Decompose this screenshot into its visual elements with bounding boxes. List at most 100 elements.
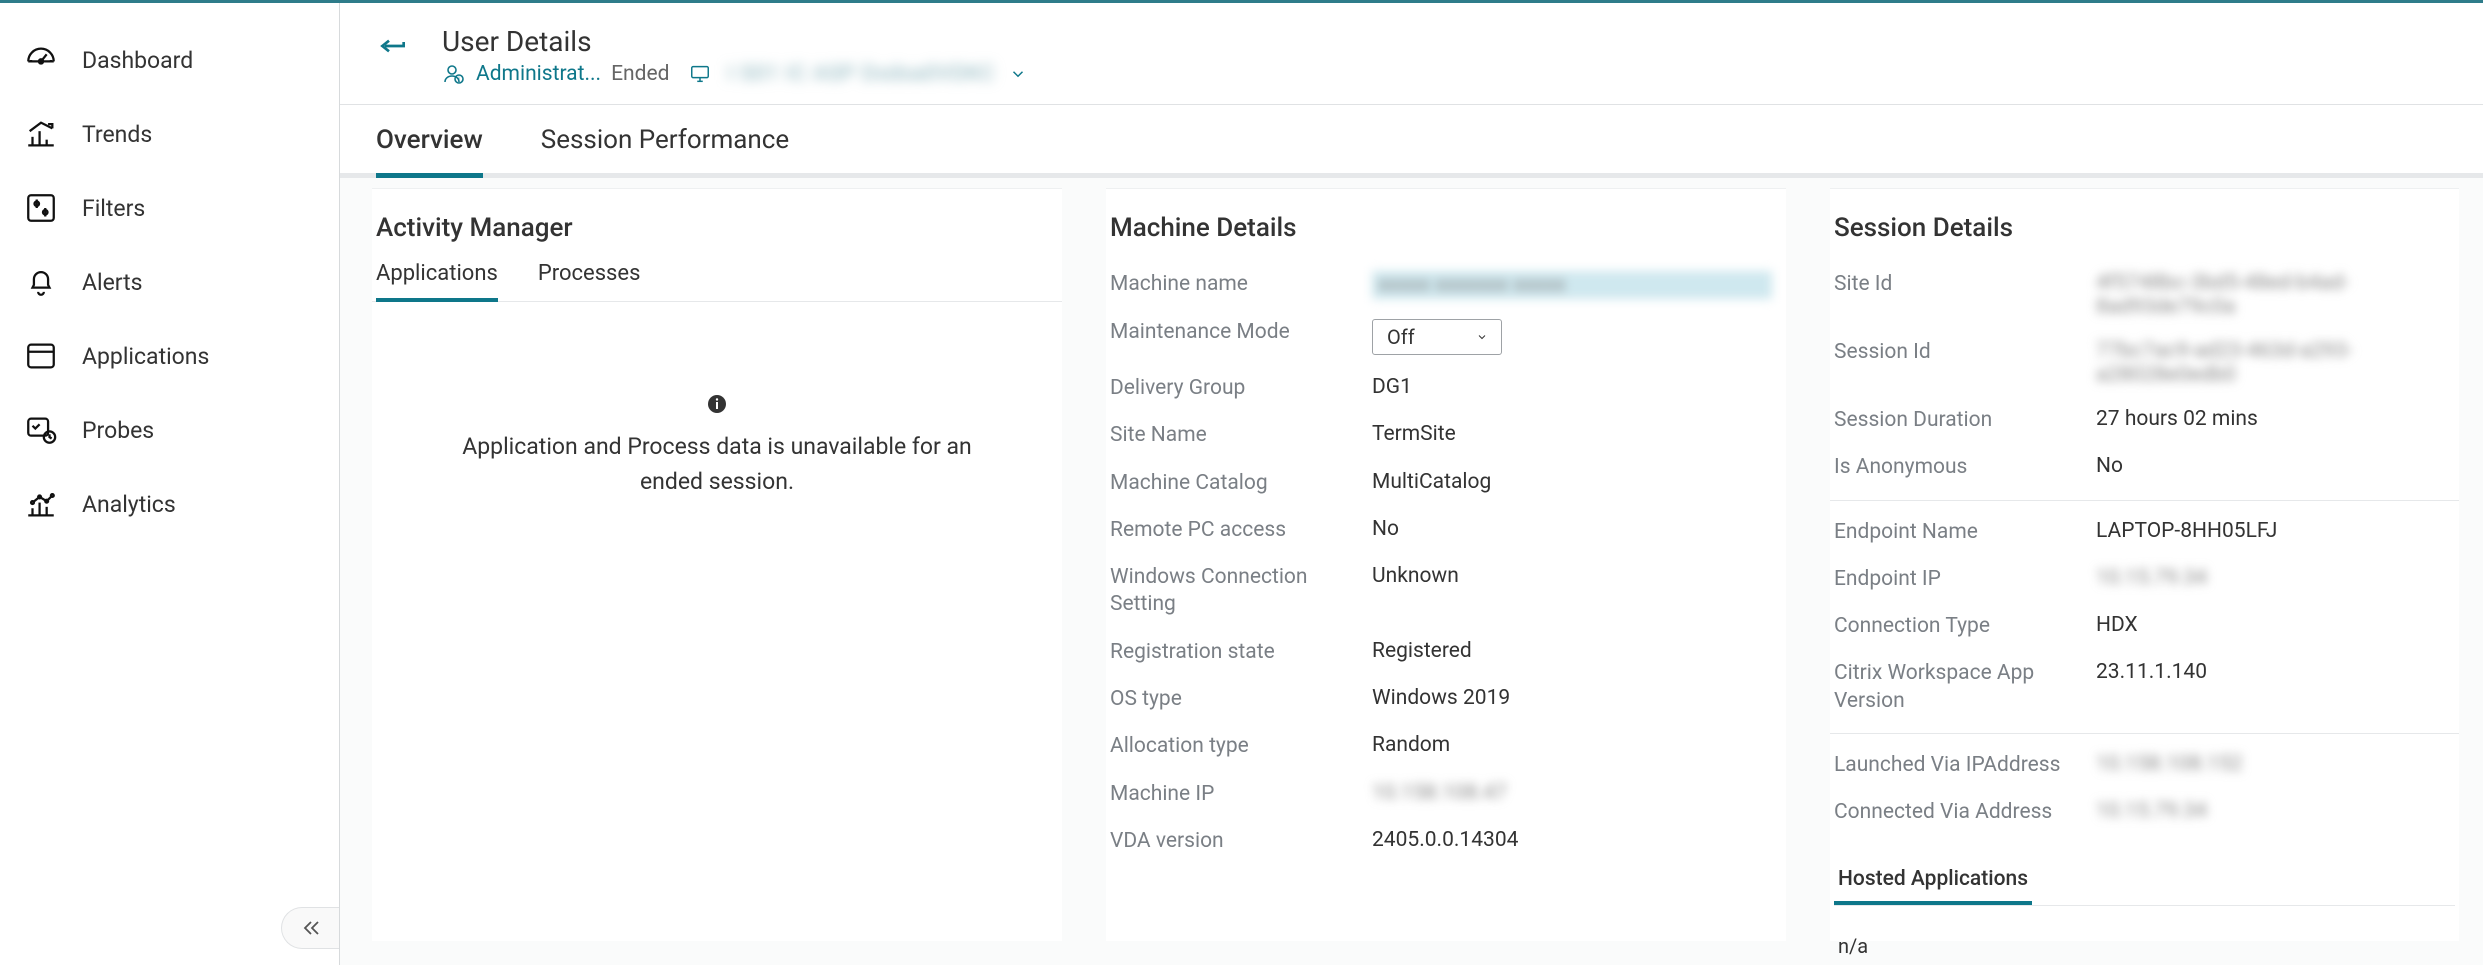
breadcrumb-status: Ended: [611, 62, 669, 86]
kv-machine-name: Machine name xxxxx xxxxxxx xxxxx: [1106, 261, 1776, 309]
value-allocation-type: Random: [1372, 733, 1772, 757]
separator: [1830, 733, 2459, 734]
label-registration-state: Registration state: [1110, 639, 1360, 666]
label-cwa-version: Citrix Workspace App Version: [1834, 660, 2084, 715]
subtab-processes[interactable]: Processes: [538, 261, 641, 302]
value-site-name: TermSite: [1372, 422, 1772, 446]
kv-session-id: Session Id 77bc7ac9-ad23-463d-a293-a2802…: [1830, 329, 2459, 397]
breadcrumb-user-link[interactable]: Administrat...: [476, 62, 601, 86]
analytics-icon: [22, 485, 60, 523]
back-button[interactable]: [372, 29, 414, 71]
label-session-duration: Session Duration: [1834, 407, 2084, 434]
tab-overview[interactable]: Overview: [376, 125, 483, 178]
sidebar-item-label: Trends: [82, 121, 152, 148]
info-icon: [705, 392, 729, 416]
value-delivery-group: DG1: [1372, 375, 1772, 399]
sidebar-item-label: Applications: [82, 343, 209, 370]
header: User Details i Administrat... Ended I S0…: [340, 3, 2483, 105]
value-connection-type: HDX: [2096, 613, 2455, 637]
value-cwa-version: 23.11.1.140: [2096, 660, 2455, 684]
filters-icon: [22, 189, 60, 227]
machine-details-title: Machine Details: [1106, 189, 1776, 261]
user-icon: i: [442, 62, 466, 86]
chevron-down-icon: [1473, 331, 1491, 343]
label-endpoint-ip: Endpoint IP: [1834, 566, 2084, 593]
kv-site-id: Site Id 4f5748bc-3bd5-48ed-b4ad-8ad93de7…: [1830, 261, 2459, 329]
value-maintenance-mode: Off: [1372, 319, 1772, 355]
label-site-name: Site Name: [1110, 422, 1360, 449]
probes-icon: [22, 411, 60, 449]
applications-icon: [22, 337, 60, 375]
kv-session-duration: Session Duration 27 hours 02 mins: [1830, 397, 2459, 444]
label-allocation-type: Allocation type: [1110, 733, 1360, 760]
main-tabs: Overview Session Performance: [340, 105, 2483, 178]
value-machine-ip: 10.158.108.47: [1372, 781, 1772, 805]
kv-registration-state: Registration state Registered: [1106, 629, 1776, 676]
label-site-id: Site Id: [1834, 271, 2084, 298]
session-details-title: Session Details: [1830, 189, 2459, 261]
kv-cwa-version: Citrix Workspace App Version 23.11.1.140: [1830, 650, 2459, 725]
sidebar-item-label: Probes: [82, 417, 154, 444]
maintenance-mode-select[interactable]: Off: [1372, 319, 1502, 355]
label-connected-via: Connected Via Address: [1834, 799, 2084, 826]
value-endpoint-name: LAPTOP-8HH05LFJ: [2096, 519, 2455, 543]
tab-session-performance[interactable]: Session Performance: [541, 125, 789, 178]
kv-wcs: Windows Connection Setting Unknown: [1106, 554, 1776, 629]
chevron-down-icon[interactable]: [1009, 65, 1027, 83]
value-site-id: 4f5748bc-3bd5-48ed-b4ad-8ad93de79c0a: [2096, 271, 2455, 319]
collapse-sidebar-button[interactable]: [281, 907, 339, 949]
label-remote-pc: Remote PC access: [1110, 517, 1360, 544]
alerts-icon: [22, 263, 60, 301]
kv-maintenance-mode: Maintenance Mode Off: [1106, 309, 1776, 365]
sidebar-item-alerts[interactable]: Alerts: [0, 245, 339, 319]
label-delivery-group: Delivery Group: [1110, 375, 1360, 402]
label-machine-catalog: Machine Catalog: [1110, 470, 1360, 497]
subtab-applications[interactable]: Applications: [376, 261, 498, 302]
label-vda-version: VDA version: [1110, 828, 1360, 855]
value-machine-catalog: MultiCatalog: [1372, 470, 1772, 494]
breadcrumb-machine[interactable]: I S01 IC ASP Dxdsa0VDKC: [727, 62, 995, 86]
value-is-anonymous: No: [2096, 454, 2455, 478]
activity-empty-text: Application and Process data is unavaila…: [457, 430, 977, 499]
sidebar-item-analytics[interactable]: Analytics: [0, 467, 339, 541]
kv-endpoint-ip: Endpoint IP 10.15.79.34: [1830, 556, 2459, 603]
value-launched-via: 10.158.108.152: [2096, 752, 2455, 776]
machine-details-panel: Machine Details Machine name xxxxx xxxxx…: [1106, 188, 1786, 941]
kv-machine-catalog: Machine Catalog MultiCatalog: [1106, 460, 1776, 507]
sidebar-item-probes[interactable]: Probes: [0, 393, 339, 467]
activity-manager-panel: Activity Manager Applications Processes …: [372, 188, 1062, 941]
value-machine-name: xxxxx xxxxxxx xxxxx: [1372, 271, 1772, 299]
content: Activity Manager Applications Processes …: [340, 178, 2483, 965]
activity-subtabs: Applications Processes: [372, 261, 1062, 302]
sidebar-items: Dashboard Trends Filters Alerts Applicat…: [0, 3, 339, 541]
value-connected-via: 10.15.79.34: [2096, 799, 2455, 823]
value-registration-state: Registered: [1372, 639, 1772, 663]
kv-delivery-group: Delivery Group DG1: [1106, 365, 1776, 412]
hosted-applications-section: Hosted Applications n/a: [1830, 837, 2459, 962]
label-wcs: Windows Connection Setting: [1110, 564, 1360, 619]
separator: [1830, 500, 2459, 501]
label-launched-via: Launched Via IPAddress: [1834, 752, 2084, 779]
value-endpoint-ip: 10.15.79.34: [2096, 566, 2455, 590]
kv-os-type: OS type Windows 2019: [1106, 676, 1776, 723]
sidebar-item-trends[interactable]: Trends: [0, 97, 339, 171]
breadcrumb: i Administrat... Ended I S01 IC ASP Dxds…: [442, 62, 1027, 86]
sidebar-item-filters[interactable]: Filters: [0, 171, 339, 245]
label-connection-type: Connection Type: [1834, 613, 2084, 640]
maintenance-mode-value: Off: [1387, 325, 1415, 349]
label-machine-name: Machine name: [1110, 271, 1360, 298]
hosted-applications-value: n/a: [1834, 906, 2455, 962]
activity-manager-title: Activity Manager: [372, 189, 1062, 261]
kv-is-anonymous: Is Anonymous No: [1830, 444, 2459, 491]
sidebar-item-label: Filters: [82, 195, 145, 222]
svg-text:i: i: [458, 76, 460, 83]
hosted-applications-title[interactable]: Hosted Applications: [1834, 837, 2032, 905]
sidebar-item-label: Dashboard: [82, 47, 193, 74]
dashboard-icon: [22, 41, 60, 79]
label-endpoint-name: Endpoint Name: [1834, 519, 2084, 546]
sidebar-item-applications[interactable]: Applications: [0, 319, 339, 393]
main: User Details i Administrat... Ended I S0…: [340, 3, 2483, 965]
value-remote-pc: No: [1372, 517, 1772, 541]
page-title: User Details: [442, 25, 1027, 58]
sidebar-item-dashboard[interactable]: Dashboard: [0, 23, 339, 97]
